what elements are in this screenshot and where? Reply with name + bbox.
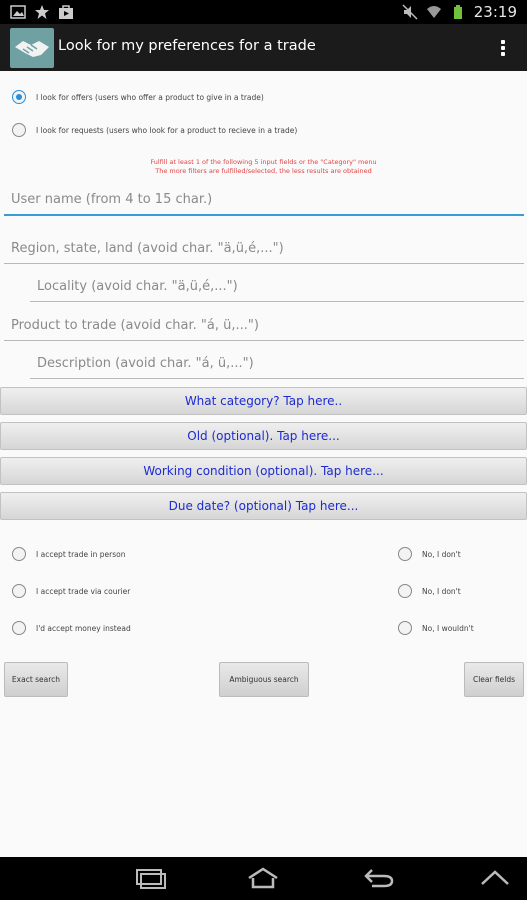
locality-placeholder: Locality (avoid char. "ä,ü,é,..."): [37, 279, 238, 294]
back-icon[interactable]: [362, 867, 396, 889]
accept-money-label: I'd accept money instead: [36, 623, 131, 633]
offers-option-label: I look for offers (users who offer a pro…: [36, 92, 264, 102]
product-field[interactable]: Product to trade (avoid char. "á, ü,..."…: [4, 309, 524, 341]
offers-option[interactable]: I look for offers (users who offer a pro…: [12, 90, 264, 104]
due-date-button[interactable]: Due date? (optional) Tap here...: [0, 492, 527, 520]
action-bar: Look for my preferences for a trade: [0, 24, 527, 71]
page-title: Look for my preferences for a trade: [58, 38, 316, 54]
description-placeholder: Description (avoid char. "á, ü,..."): [37, 356, 254, 371]
accept-in-person-radio[interactable]: [12, 547, 26, 561]
recent-apps-icon[interactable]: [133, 867, 167, 889]
status-time: 23:19: [473, 3, 517, 21]
deny-courier-option[interactable]: No, I don't: [398, 584, 461, 598]
deny-money-label: No, I wouldn't: [422, 623, 474, 633]
accept-in-person-option[interactable]: I accept trade in person: [12, 547, 125, 561]
notice-line-1: Fulfill at least 1 of the following 5 in…: [150, 158, 377, 166]
deny-courier-radio[interactable]: [398, 584, 412, 598]
requests-option[interactable]: I look for requests (users who look for …: [12, 123, 297, 137]
wifi-icon: [426, 4, 442, 20]
deny-in-person-option[interactable]: No, I don't: [398, 547, 461, 561]
locality-field[interactable]: Locality (avoid char. "ä,ü,é,..."): [30, 270, 524, 302]
mute-icon: [402, 4, 418, 20]
region-placeholder: Region, state, land (avoid char. "ä,ü,é,…: [11, 241, 284, 256]
battery-icon: [450, 4, 466, 20]
overflow-menu-icon[interactable]: [499, 38, 507, 58]
region-field[interactable]: Region, state, land (avoid char. "ä,ü,é,…: [4, 232, 524, 264]
ambiguous-search-button[interactable]: Ambiguous search: [219, 662, 309, 697]
deny-in-person-label: No, I don't: [422, 549, 461, 559]
clear-fields-button[interactable]: Clear fields: [464, 662, 524, 697]
deny-courier-label: No, I don't: [422, 586, 461, 596]
notice-line-2: The more filters are fulfilled/selected,…: [155, 167, 372, 175]
accept-courier-radio[interactable]: [12, 584, 26, 598]
system-navigation-bar: [0, 857, 527, 900]
accept-money-option[interactable]: I'd accept money instead: [12, 621, 131, 635]
accept-courier-option[interactable]: I accept trade via courier: [12, 584, 130, 598]
requests-radio[interactable]: [12, 123, 26, 137]
gallery-notification-icon: [10, 4, 26, 20]
deny-in-person-radio[interactable]: [398, 547, 412, 561]
status-bar: 23:19: [0, 0, 527, 24]
deny-money-radio[interactable]: [398, 621, 412, 635]
user-name-field[interactable]: User name (from 4 to 15 char.): [4, 184, 524, 216]
exact-search-button[interactable]: Exact search: [4, 662, 68, 697]
product-placeholder: Product to trade (avoid char. "á, ü,..."…: [11, 318, 259, 333]
expand-up-icon[interactable]: [478, 867, 512, 889]
accept-courier-label: I accept trade via courier: [36, 586, 131, 596]
app-logo-icon: [10, 28, 54, 68]
store-notification-icon: [58, 4, 74, 20]
old-button[interactable]: Old (optional). Tap here...: [0, 422, 527, 450]
filter-notice: Fulfill at least 1 of the following 5 in…: [0, 158, 527, 176]
star-notification-icon: [34, 4, 50, 20]
user-name-placeholder: User name (from 4 to 15 char.): [11, 192, 213, 207]
accept-money-radio[interactable]: [12, 621, 26, 635]
accept-in-person-label: I accept trade in person: [36, 549, 126, 559]
offers-radio[interactable]: [12, 90, 26, 104]
home-icon[interactable]: [246, 867, 280, 889]
description-field[interactable]: Description (avoid char. "á, ü,..."): [30, 347, 524, 379]
requests-option-label: I look for requests (users who look for …: [36, 125, 298, 135]
category-button[interactable]: What category? Tap here..: [0, 387, 527, 415]
working-condition-button[interactable]: Working condition (optional). Tap here..…: [0, 457, 527, 485]
deny-money-option[interactable]: No, I wouldn't: [398, 621, 474, 635]
